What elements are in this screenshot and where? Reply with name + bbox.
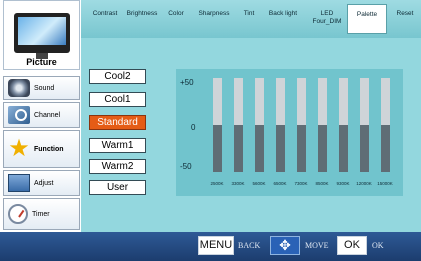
chart-x-tick-label: 15000K [377, 181, 393, 186]
sidebar-item-function[interactable]: ★ Function [3, 130, 80, 168]
chart-bar-fill [276, 125, 285, 172]
tab-bar: Contrast Brightness Color Sharpness Tint… [81, 0, 421, 38]
chart-bar [318, 78, 327, 172]
chart-bar [297, 78, 306, 172]
chart-bar-fill [360, 125, 369, 172]
move-arrows-icon[interactable]: ✥ [270, 236, 300, 255]
preset-cool2[interactable]: Cool2 [89, 69, 146, 84]
sidebar-item-label: Timer [32, 210, 50, 218]
menu-key[interactable]: MENU [198, 236, 234, 255]
footer-bar: MENU BACK ✥ MOVE OK OK [0, 232, 421, 261]
tab-back-light[interactable]: Back light [265, 10, 301, 18]
chart-bar-fill [213, 125, 222, 172]
tab-palette[interactable]: Palette [347, 4, 387, 34]
chart-bar [255, 78, 264, 172]
chart-bar [276, 78, 285, 172]
sidebar-item-label: Sound [34, 84, 55, 92]
tab-tint[interactable]: Tint [241, 10, 257, 18]
move-label: MOVE [305, 241, 329, 250]
star-icon: ★ [8, 135, 30, 162]
chart-bar [360, 78, 369, 172]
chart-bar-fill [234, 125, 243, 172]
tab-color[interactable]: Color [165, 10, 187, 18]
back-label: BACK [238, 241, 261, 250]
y-axis-min-label: -50 [180, 162, 192, 171]
chart-bar-fill [381, 125, 390, 172]
sidebar-item-sound[interactable]: Sound [3, 76, 80, 100]
channel-icon [8, 106, 30, 124]
ok-key[interactable]: OK [337, 236, 367, 255]
speaker-icon [8, 79, 30, 97]
preset-warm1[interactable]: Warm1 [89, 138, 146, 153]
sidebar-item-picture[interactable]: Picture [3, 0, 80, 70]
chart-bar-fill [318, 125, 327, 172]
chart-bar-fill [297, 125, 306, 172]
preset-cool1[interactable]: Cool1 [89, 92, 146, 107]
sidebar-item-channel[interactable]: Channel [3, 102, 80, 128]
color-temperature-chart: +50 0 -50 2500K 3300K 5600K 6500K 7300K 8500K… [176, 69, 403, 196]
sidebar-item-label: Function [34, 145, 64, 153]
tab-sharpness[interactable]: Sharpness [195, 10, 233, 18]
y-axis-zero-label: 0 [191, 123, 196, 132]
sidebar: Picture Sound Channel ★ Function Adjust … [3, 0, 80, 232]
sidebar-item-adjust[interactable]: Adjust [3, 170, 80, 196]
chart-bar-fill [255, 125, 264, 172]
timer-icon [8, 204, 28, 224]
tab-brightness[interactable]: Brightness [124, 10, 160, 18]
sidebar-item-timer[interactable]: Timer [3, 198, 80, 230]
chart-bar [381, 78, 390, 172]
preset-warm2[interactable]: Warm2 [89, 159, 146, 174]
tab-led-four-dim[interactable]: LED Four_DIM [307, 10, 347, 26]
chart-bar-fill [339, 125, 348, 172]
preset-standard[interactable]: Standard [89, 115, 146, 130]
tab-reset[interactable]: Reset [393, 10, 417, 18]
chart-bar [213, 78, 222, 172]
sidebar-item-label: Adjust [34, 179, 54, 187]
palette-panel: Cool2 Cool1 Standard Warm1 Warm2 User +5… [81, 38, 421, 232]
tab-contrast[interactable]: Contrast [87, 10, 123, 18]
sidebar-item-label: Channel [34, 111, 61, 119]
chart-bar [234, 78, 243, 172]
chart-bar [339, 78, 348, 172]
tv-icon [13, 13, 70, 59]
y-axis-max-label: +50 [180, 78, 194, 87]
preset-user[interactable]: User [89, 180, 146, 195]
ok-label: OK [372, 241, 384, 250]
adjust-icon [8, 174, 30, 192]
